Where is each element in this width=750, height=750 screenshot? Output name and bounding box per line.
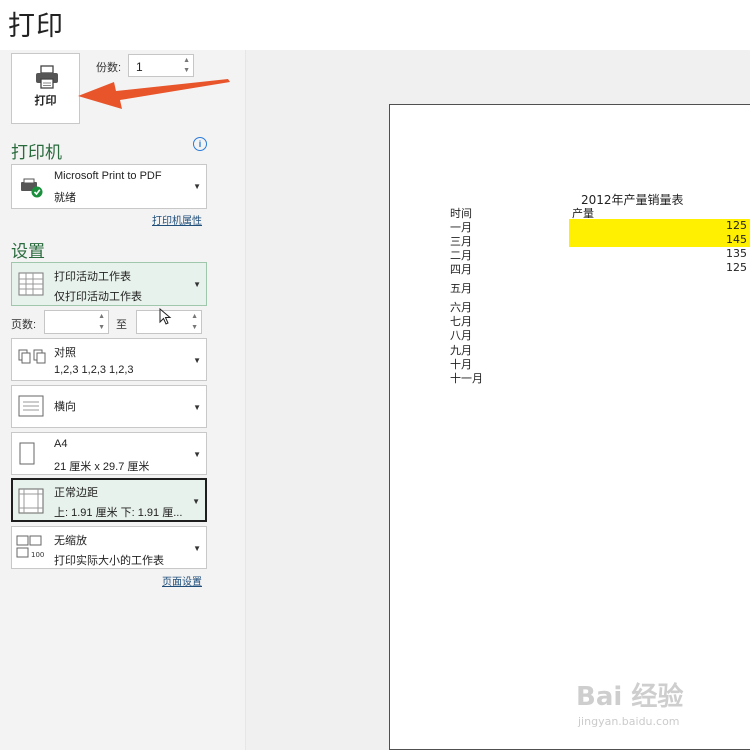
paper-size-select[interactable]: A4 21 厘米 x 29.7 厘米 ▼ <box>11 432 207 475</box>
baidu-watermark-url: jingyan.baidu.com <box>578 715 680 728</box>
stepper-down-icon[interactable]: ▼ <box>191 324 198 332</box>
margins-title: 正常边距 <box>54 487 98 499</box>
chevron-down-icon: ▼ <box>193 356 201 365</box>
value-cell: 145 <box>726 233 747 246</box>
month-cell: 八月 <box>450 329 472 342</box>
copies-label: 份数: <box>96 62 122 74</box>
sheet-title: 2012年产量销量表 <box>581 193 684 207</box>
scaling-title: 无缩放 <box>54 535 87 547</box>
chevron-down-icon: ▼ <box>193 403 201 412</box>
chevron-down-icon: ▼ <box>193 182 201 191</box>
svg-text:100: 100 <box>31 551 44 559</box>
printer-properties-link[interactable]: 打印机属性 <box>152 212 202 227</box>
printer-section-title: 打印机 <box>11 143 62 162</box>
chevron-down-icon: ▼ <box>193 450 201 459</box>
collate-subtitle: 1,2,3 1,2,3 1,2,3 <box>54 364 134 376</box>
scaling-subtitle: 打印实际大小的工作表 <box>54 555 164 567</box>
value-cell: 125 <box>726 261 747 274</box>
pages-to-label: 至 <box>116 319 127 331</box>
scaling-select[interactable]: 100 无缩放 打印实际大小的工作表 ▼ <box>11 526 207 569</box>
value-cell: 135 <box>726 247 747 260</box>
margins-icon <box>18 488 44 514</box>
collate-select[interactable]: 对照 1,2,3 1,2,3 1,2,3 ▼ <box>11 338 207 381</box>
stepper-up-icon[interactable]: ▲ <box>98 313 105 321</box>
stepper-down-icon[interactable]: ▼ <box>183 67 190 75</box>
printer-icon <box>36 65 58 89</box>
printer-ready-icon <box>21 178 43 198</box>
printer-name: Microsoft Print to PDF <box>54 170 162 182</box>
stepper-down-icon[interactable]: ▼ <box>98 324 105 332</box>
print-button[interactable]: 打印 <box>11 53 80 124</box>
orientation-title: 横向 <box>54 401 76 413</box>
chevron-down-icon: ▼ <box>193 280 201 289</box>
collate-icon <box>18 349 46 364</box>
baidu-watermark-logo: Bai 经验 <box>576 682 684 712</box>
chevron-down-icon: ▼ <box>192 497 200 506</box>
print-button-label: 打印 <box>34 95 57 107</box>
pages-label: 页数: <box>11 319 37 331</box>
paper-size-title: A4 <box>54 438 68 450</box>
annotation-arrow-icon <box>78 79 230 109</box>
print-preview-page <box>389 104 750 750</box>
collate-title: 对照 <box>54 347 76 359</box>
copies-value: 1 <box>136 60 143 74</box>
month-cell: 十一月 <box>450 372 483 385</box>
stepper-up-icon[interactable]: ▲ <box>191 313 198 321</box>
margins-select[interactable]: 正常边距 上: 1.91 厘米 下: 1.91 厘... ▼ <box>11 478 207 522</box>
paper-icon <box>19 442 35 465</box>
no-scaling-icon: 100 <box>16 535 44 559</box>
month-cell: 四月 <box>450 263 472 276</box>
month-cell: 五月 <box>450 282 472 295</box>
print-scope-subtitle: 仅打印活动工作表 <box>54 291 142 303</box>
paper-size-subtitle: 21 厘米 x 29.7 厘米 <box>54 461 150 473</box>
orientation-select[interactable]: 横向 ▼ <box>11 385 207 428</box>
stepper-up-icon[interactable]: ▲ <box>183 57 190 65</box>
settings-section-title: 设置 <box>11 242 45 261</box>
worksheet-icon <box>18 272 44 296</box>
info-icon[interactable]: i <box>193 137 207 151</box>
print-scope-title: 打印活动工作表 <box>54 271 131 283</box>
value-cell: 125 <box>726 219 747 232</box>
page-setup-link[interactable]: 页面设置 <box>162 573 202 588</box>
copies-stepper[interactable]: 1 ▲ ▼ <box>128 54 194 77</box>
pages-from-input[interactable]: ▲ ▼ <box>44 310 109 334</box>
page-title: 打印 <box>8 11 64 41</box>
margins-subtitle: 上: 1.91 厘米 下: 1.91 厘... <box>54 507 183 519</box>
mouse-cursor-icon <box>159 308 172 325</box>
printer-select[interactable]: Microsoft Print to PDF 就绪 ▼ <box>11 164 207 209</box>
chevron-down-icon: ▼ <box>193 544 201 553</box>
printer-status: 就绪 <box>54 192 76 204</box>
landscape-icon <box>18 395 44 417</box>
print-scope-select[interactable]: 打印活动工作表 仅打印活动工作表 ▼ <box>11 262 207 306</box>
